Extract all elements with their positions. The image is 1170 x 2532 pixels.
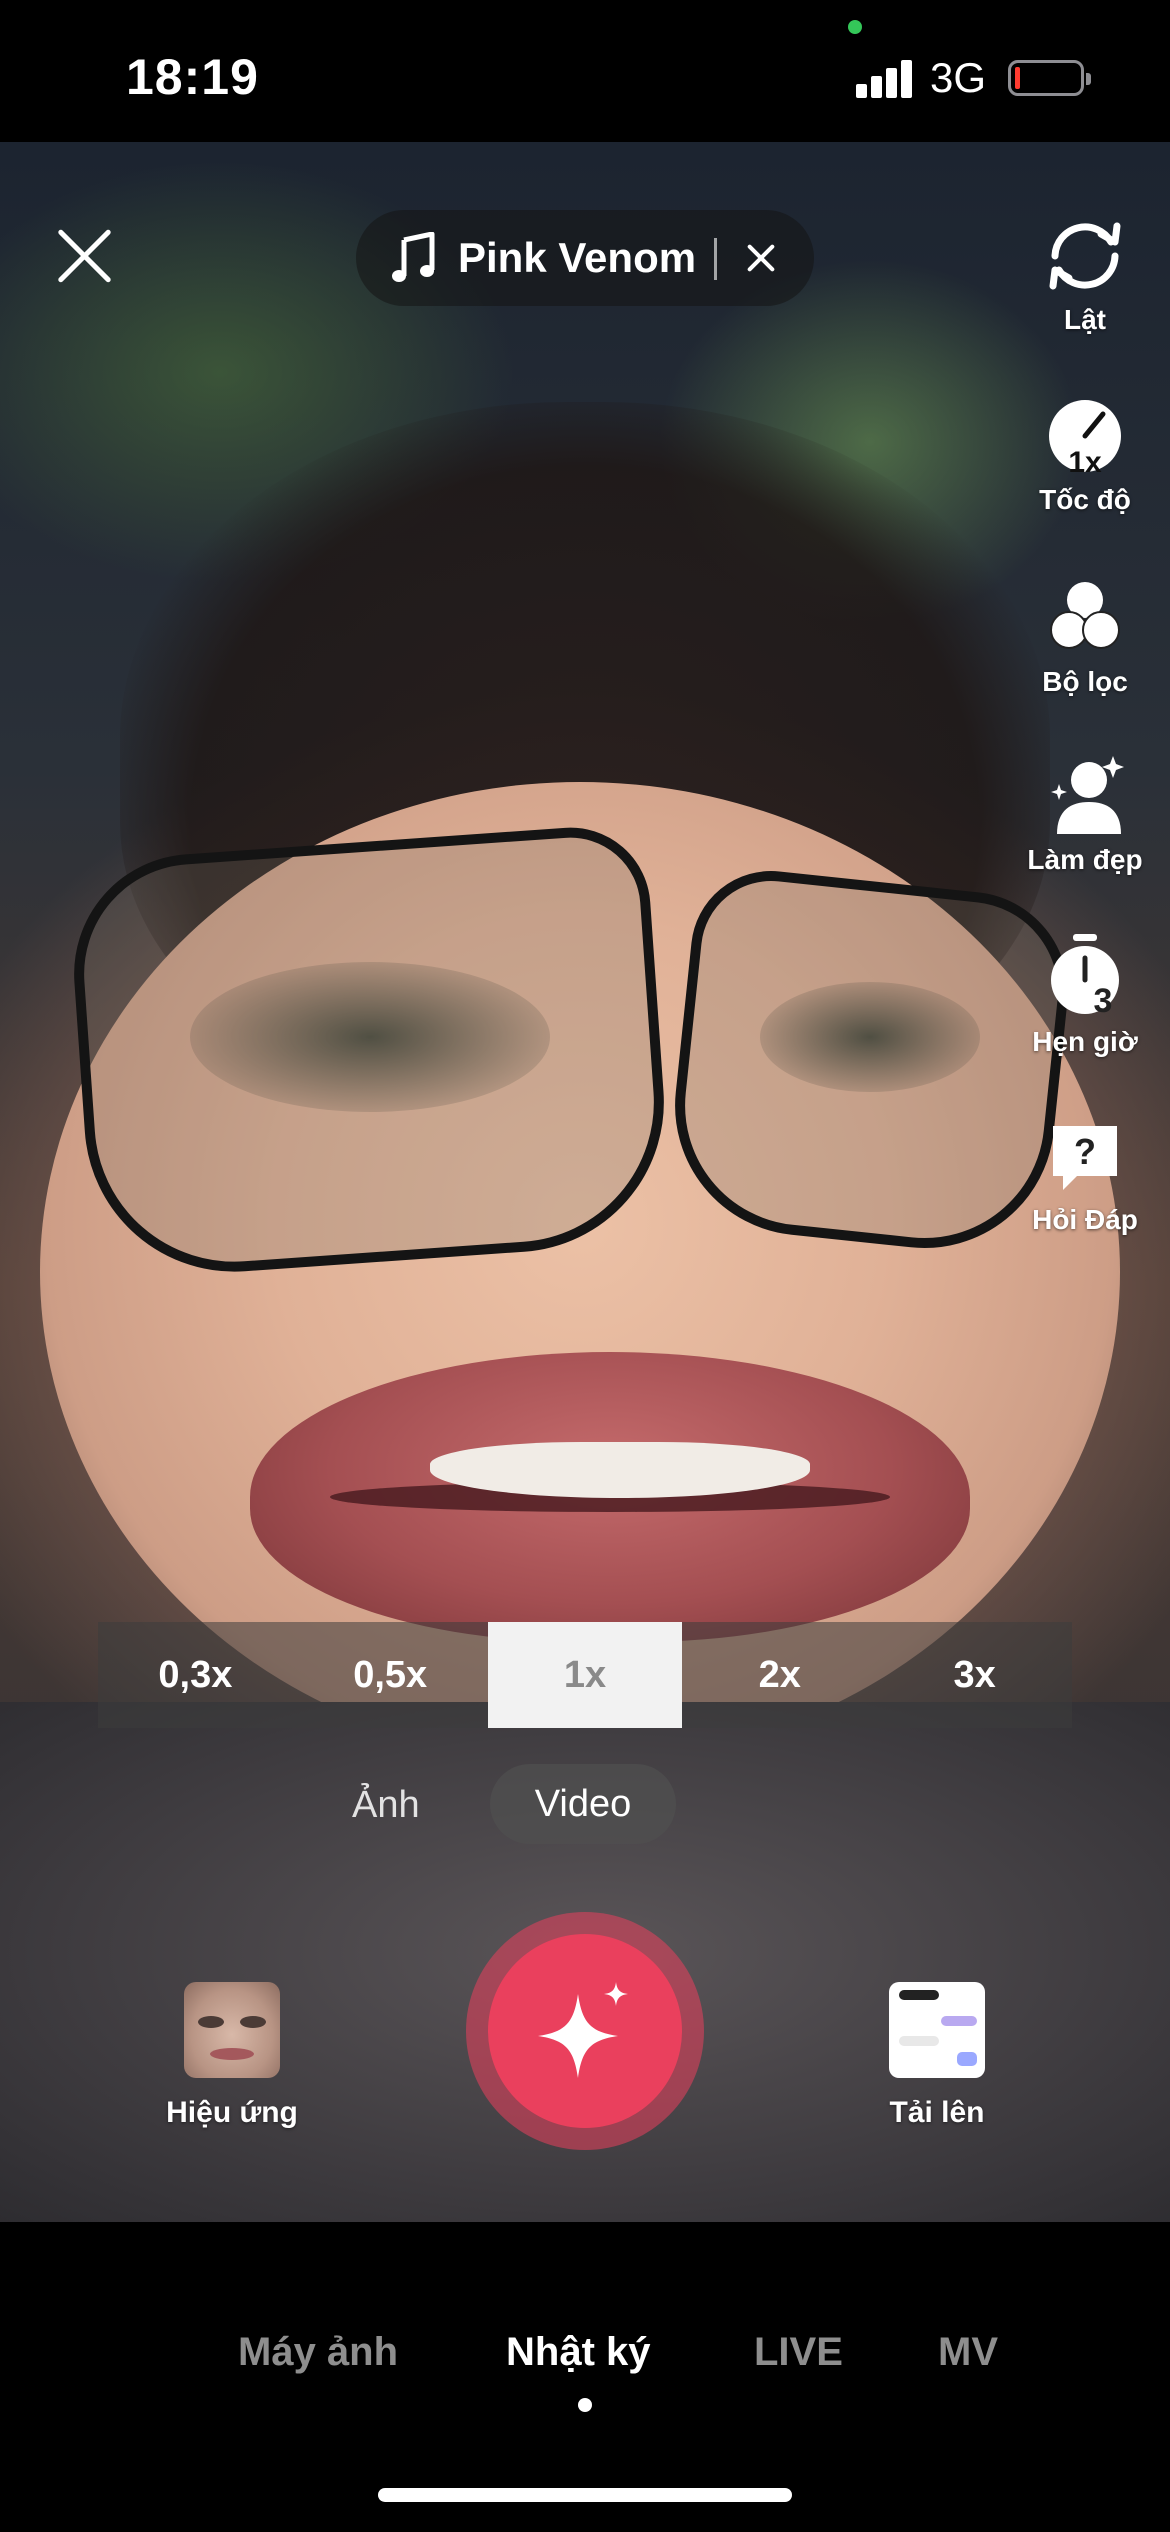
tool-label: Làm đẹp bbox=[1027, 844, 1143, 875]
tool-label: Bộ lọc bbox=[1042, 666, 1128, 697]
mode-video[interactable]: Video bbox=[490, 1764, 676, 1844]
svg-text:?: ? bbox=[1074, 1131, 1096, 1172]
bottom-mode-nav: Máy ảnh Nhật ký LIVE MV bbox=[0, 2222, 1170, 2532]
remove-sound-icon[interactable] bbox=[736, 232, 786, 284]
camera-viewfinder[interactable] bbox=[0, 142, 1170, 2222]
upload-label: Tải lên bbox=[889, 2096, 985, 2129]
camera-in-use-indicator bbox=[848, 20, 862, 34]
zoom-option-selected[interactable]: 1x bbox=[487, 1622, 683, 1728]
effects-thumbnail bbox=[184, 1982, 280, 2078]
mode-photo[interactable]: Ảnh bbox=[352, 1784, 420, 1827]
timer-icon: 3 bbox=[1051, 934, 1119, 1018]
tool-qa[interactable]: ? Hỏi Đáp bbox=[1010, 1120, 1160, 1236]
battery-icon bbox=[1008, 60, 1091, 96]
flip-camera-icon bbox=[1049, 222, 1121, 290]
close-icon[interactable] bbox=[52, 224, 116, 288]
tool-filters[interactable]: Bộ lọc bbox=[1010, 578, 1160, 698]
nav-diary[interactable]: Nhật ký bbox=[506, 2330, 651, 2375]
zoom-selector: 0,3x 0,5x 1x 2x 3x bbox=[98, 1622, 1072, 1728]
tool-label: Hẹn giờ bbox=[1032, 1026, 1138, 1057]
music-note-icon bbox=[392, 231, 436, 284]
tool-flip[interactable]: Lật bbox=[1010, 216, 1160, 336]
speed-icon: 1x bbox=[1049, 400, 1121, 476]
tool-speed[interactable]: 1x Tốc độ bbox=[1010, 396, 1160, 516]
upload-button[interactable]: Tải lên bbox=[870, 1982, 1004, 2130]
zoom-option[interactable]: 0,3x bbox=[98, 1622, 293, 1728]
record-button[interactable] bbox=[488, 1934, 682, 2128]
beautify-icon bbox=[1051, 756, 1124, 834]
add-sound-button[interactable]: Pink Venom bbox=[356, 210, 814, 306]
status-bar: 18:19 3G bbox=[0, 0, 1170, 142]
zoom-option[interactable]: 2x bbox=[682, 1622, 877, 1728]
preview-glasses bbox=[66, 822, 674, 1282]
tool-beautify[interactable]: Làm đẹp bbox=[1010, 754, 1160, 876]
sparkle-icon bbox=[538, 1982, 628, 2078]
cellular-signal-icon bbox=[856, 58, 916, 98]
zoom-option[interactable]: 3x bbox=[877, 1622, 1072, 1728]
effects-label: Hiệu ứng bbox=[166, 2096, 298, 2129]
preview-teeth bbox=[430, 1442, 810, 1498]
question-bubble-icon: ? bbox=[1053, 1126, 1117, 1190]
svg-text:1x: 1x bbox=[1068, 446, 1102, 476]
status-time: 18:19 bbox=[126, 49, 259, 105]
sound-title: Pink Venom bbox=[458, 234, 697, 281]
network-type: 3G bbox=[930, 54, 987, 101]
nav-selected-indicator bbox=[578, 2398, 592, 2412]
svg-text:3: 3 bbox=[1094, 982, 1113, 1018]
tool-label: Lật bbox=[1064, 304, 1106, 335]
sound-divider bbox=[714, 238, 717, 280]
filters-icon bbox=[1050, 582, 1120, 649]
effects-button[interactable]: Hiệu ứng bbox=[162, 1982, 302, 2130]
upload-thumbnail bbox=[889, 1982, 985, 2078]
tool-label: Tốc độ bbox=[1039, 484, 1131, 515]
nav-camera[interactable]: Máy ảnh bbox=[238, 2330, 398, 2375]
nav-mv[interactable]: MV bbox=[938, 2330, 998, 2375]
zoom-option[interactable]: 0,5x bbox=[293, 1622, 488, 1728]
tool-timer[interactable]: 3 Hẹn giờ bbox=[1010, 934, 1160, 1058]
nav-live[interactable]: LIVE bbox=[754, 2330, 843, 2375]
tool-label: Hỏi Đáp bbox=[1032, 1204, 1138, 1235]
home-indicator[interactable] bbox=[378, 2488, 792, 2502]
